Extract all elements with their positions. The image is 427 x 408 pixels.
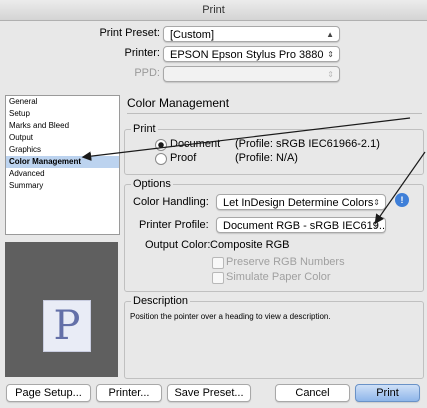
arrow-to-printer-profile bbox=[374, 151, 426, 224]
annotation-arrows bbox=[81, 117, 426, 224]
arrow-to-color-management bbox=[81, 117, 411, 161]
print-button[interactable]: Print bbox=[355, 384, 420, 402]
printer-button[interactable]: Printer... bbox=[96, 384, 162, 402]
page-setup-button[interactable]: Page Setup... bbox=[6, 384, 91, 402]
save-preset-button[interactable]: Save Preset... bbox=[167, 384, 251, 402]
cancel-button[interactable]: Cancel bbox=[275, 384, 350, 402]
